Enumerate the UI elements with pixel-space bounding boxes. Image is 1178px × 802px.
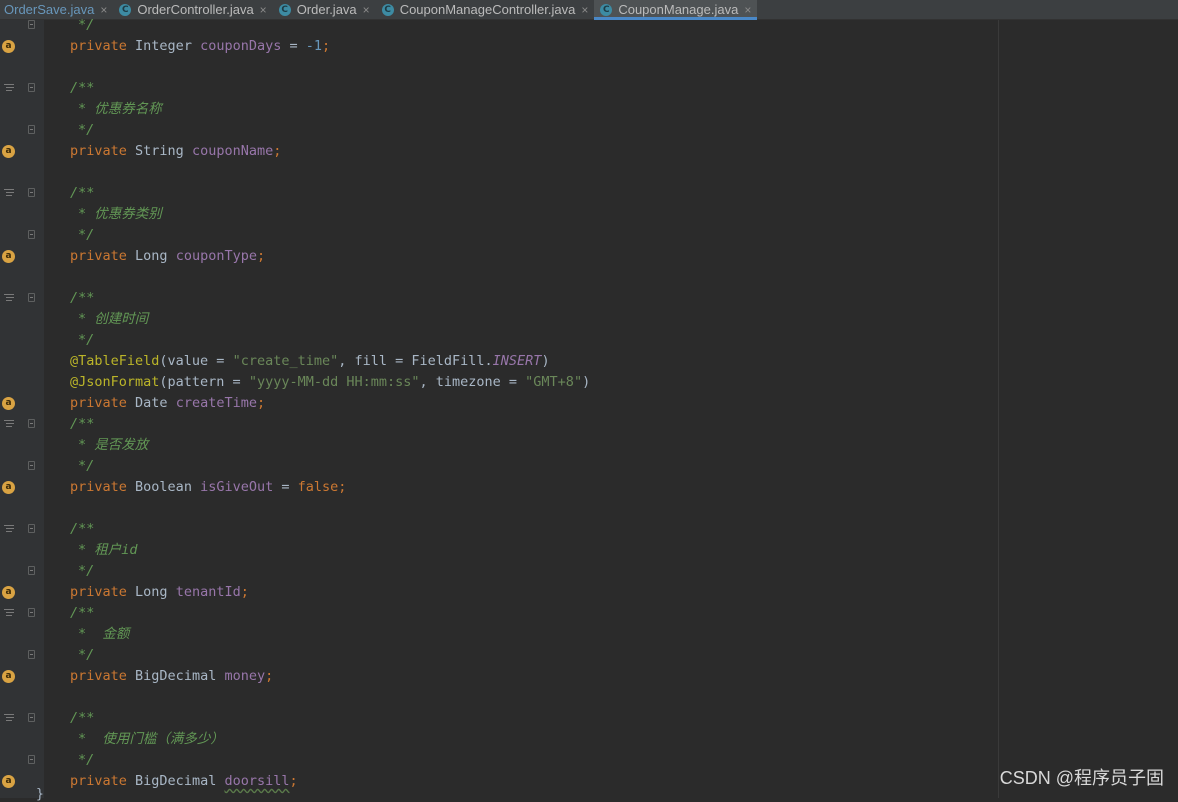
code-line: @JsonFormat(pattern = "yyyy-MM-dd HH:mm:…	[0, 372, 1178, 393]
fold-marker-icon[interactable]	[28, 755, 35, 764]
comment-text: */	[78, 17, 95, 33]
doc-comment-icon[interactable]	[4, 294, 14, 303]
fold-marker-icon[interactable]	[28, 461, 35, 470]
comment-text: /**	[70, 416, 95, 432]
doc-comment-icon[interactable]	[4, 525, 14, 534]
comment-text: /**	[70, 605, 95, 621]
fold-marker-icon[interactable]	[28, 230, 35, 239]
comment-text: /**	[70, 185, 95, 201]
field-annotation-icon[interactable]: a	[2, 586, 15, 599]
fold-marker-icon[interactable]	[28, 650, 35, 659]
fold-marker-icon[interactable]	[28, 713, 35, 722]
annotation-line: @TableField(value = "create_time", fill …	[70, 353, 550, 369]
class-icon: C	[278, 3, 291, 16]
fold-marker-icon[interactable]	[28, 524, 35, 533]
field-declaration: private BigDecimal money;	[70, 668, 274, 684]
doc-comment-icon[interactable]	[4, 189, 14, 198]
field-annotation-icon[interactable]: a	[2, 40, 15, 53]
doc-comment-icon[interactable]	[4, 420, 14, 429]
code-editor[interactable]: */ a private Integer couponDays = -1; /*…	[0, 17, 1178, 798]
closing-brace: }	[36, 787, 44, 802]
comment-text: */	[78, 332, 95, 348]
fold-marker-icon[interactable]	[28, 566, 35, 575]
code-line: /**	[0, 183, 1178, 204]
class-icon: C	[600, 3, 613, 16]
code-line: a private BigDecimal money;	[0, 666, 1178, 687]
field-annotation-icon[interactable]: a	[2, 145, 15, 158]
comment-text: * 使用门槛（满多少）	[78, 731, 224, 747]
comment-text: */	[78, 227, 95, 243]
code-line: * 金额	[0, 624, 1178, 645]
field-annotation-icon[interactable]: a	[2, 670, 15, 683]
fold-marker-icon[interactable]	[28, 419, 35, 428]
code-line: */	[0, 120, 1178, 141]
code-line: */	[0, 561, 1178, 582]
doc-comment-icon[interactable]	[4, 609, 14, 618]
code-line: /**	[0, 288, 1178, 309]
field-declaration: private Integer couponDays = -1;	[70, 38, 331, 54]
comment-text: /**	[70, 710, 95, 726]
field-declaration: private Long couponType;	[70, 248, 266, 264]
fold-marker-icon[interactable]	[28, 293, 35, 302]
comment-text: */	[78, 563, 95, 579]
code-line: @TableField(value = "create_time", fill …	[0, 351, 1178, 372]
comment-text: /**	[70, 521, 95, 537]
comment-text: * 优惠券名称	[78, 101, 162, 117]
code-line: * 租户id	[0, 540, 1178, 561]
comment-text: * 优惠券类别	[78, 206, 162, 222]
comment-text: * 租户id	[78, 542, 138, 558]
fold-marker-icon[interactable]	[28, 188, 35, 197]
code-line: a private Long couponType;	[0, 246, 1178, 267]
code-line: */	[0, 330, 1178, 351]
fold-marker-icon[interactable]	[28, 20, 35, 29]
field-declaration: private Date createTime;	[70, 395, 266, 411]
code-line: * 优惠券名称	[0, 99, 1178, 120]
watermark: CSDN @程序员子固	[999, 768, 1164, 788]
code-line: /**	[0, 708, 1178, 729]
field-declaration: private BigDecimal doorsill;	[70, 773, 298, 789]
code-line: /**	[0, 519, 1178, 540]
code-line: a private Date createTime;	[0, 393, 1178, 414]
comment-text: /**	[70, 290, 95, 306]
code-line: * 是否发放	[0, 435, 1178, 456]
comment-text: /**	[70, 80, 95, 96]
comment-text: */	[78, 647, 95, 663]
code-line: a private String couponName;	[0, 141, 1178, 162]
code-line: */	[0, 456, 1178, 477]
fold-marker-icon[interactable]	[28, 608, 35, 617]
code-line: */	[0, 15, 1178, 36]
comment-text: * 是否发放	[78, 437, 149, 453]
fold-marker-icon[interactable]	[28, 125, 35, 134]
code-line: /**	[0, 414, 1178, 435]
comment-text: * 创建时间	[78, 311, 149, 327]
comment-text: */	[78, 122, 95, 138]
doc-comment-icon[interactable]	[4, 84, 14, 93]
code-line: /**	[0, 78, 1178, 99]
code-line: a private Long tenantId;	[0, 582, 1178, 603]
comment-text: * 金额	[78, 626, 130, 642]
field-annotation-icon[interactable]: a	[2, 481, 15, 494]
annotation-line: @JsonFormat(pattern = "yyyy-MM-dd HH:mm:…	[70, 374, 591, 390]
field-declaration: private String couponName;	[70, 143, 282, 159]
class-icon: C	[381, 3, 394, 16]
code-line: * 使用门槛（满多少）	[0, 729, 1178, 750]
code-line: * 创建时间	[0, 309, 1178, 330]
code-line: */	[0, 225, 1178, 246]
doc-comment-icon[interactable]	[4, 714, 14, 723]
field-declaration: private Boolean isGiveOut = false;	[70, 479, 347, 495]
field-annotation-icon[interactable]: a	[2, 397, 15, 410]
code-line: /**	[0, 603, 1178, 624]
field-annotation-icon[interactable]: a	[2, 775, 15, 788]
code-line: */	[0, 645, 1178, 666]
code-line: a private Boolean isGiveOut = false;	[0, 477, 1178, 498]
fold-marker-icon[interactable]	[28, 83, 35, 92]
class-icon: C	[119, 3, 132, 16]
field-annotation-icon[interactable]: a	[2, 250, 15, 263]
code-line: a private Integer couponDays = -1;	[0, 36, 1178, 57]
field-declaration: private Long tenantId;	[70, 584, 249, 600]
comment-text: */	[78, 458, 95, 474]
code-line: * 优惠券类别	[0, 204, 1178, 225]
comment-text: */	[78, 752, 95, 768]
